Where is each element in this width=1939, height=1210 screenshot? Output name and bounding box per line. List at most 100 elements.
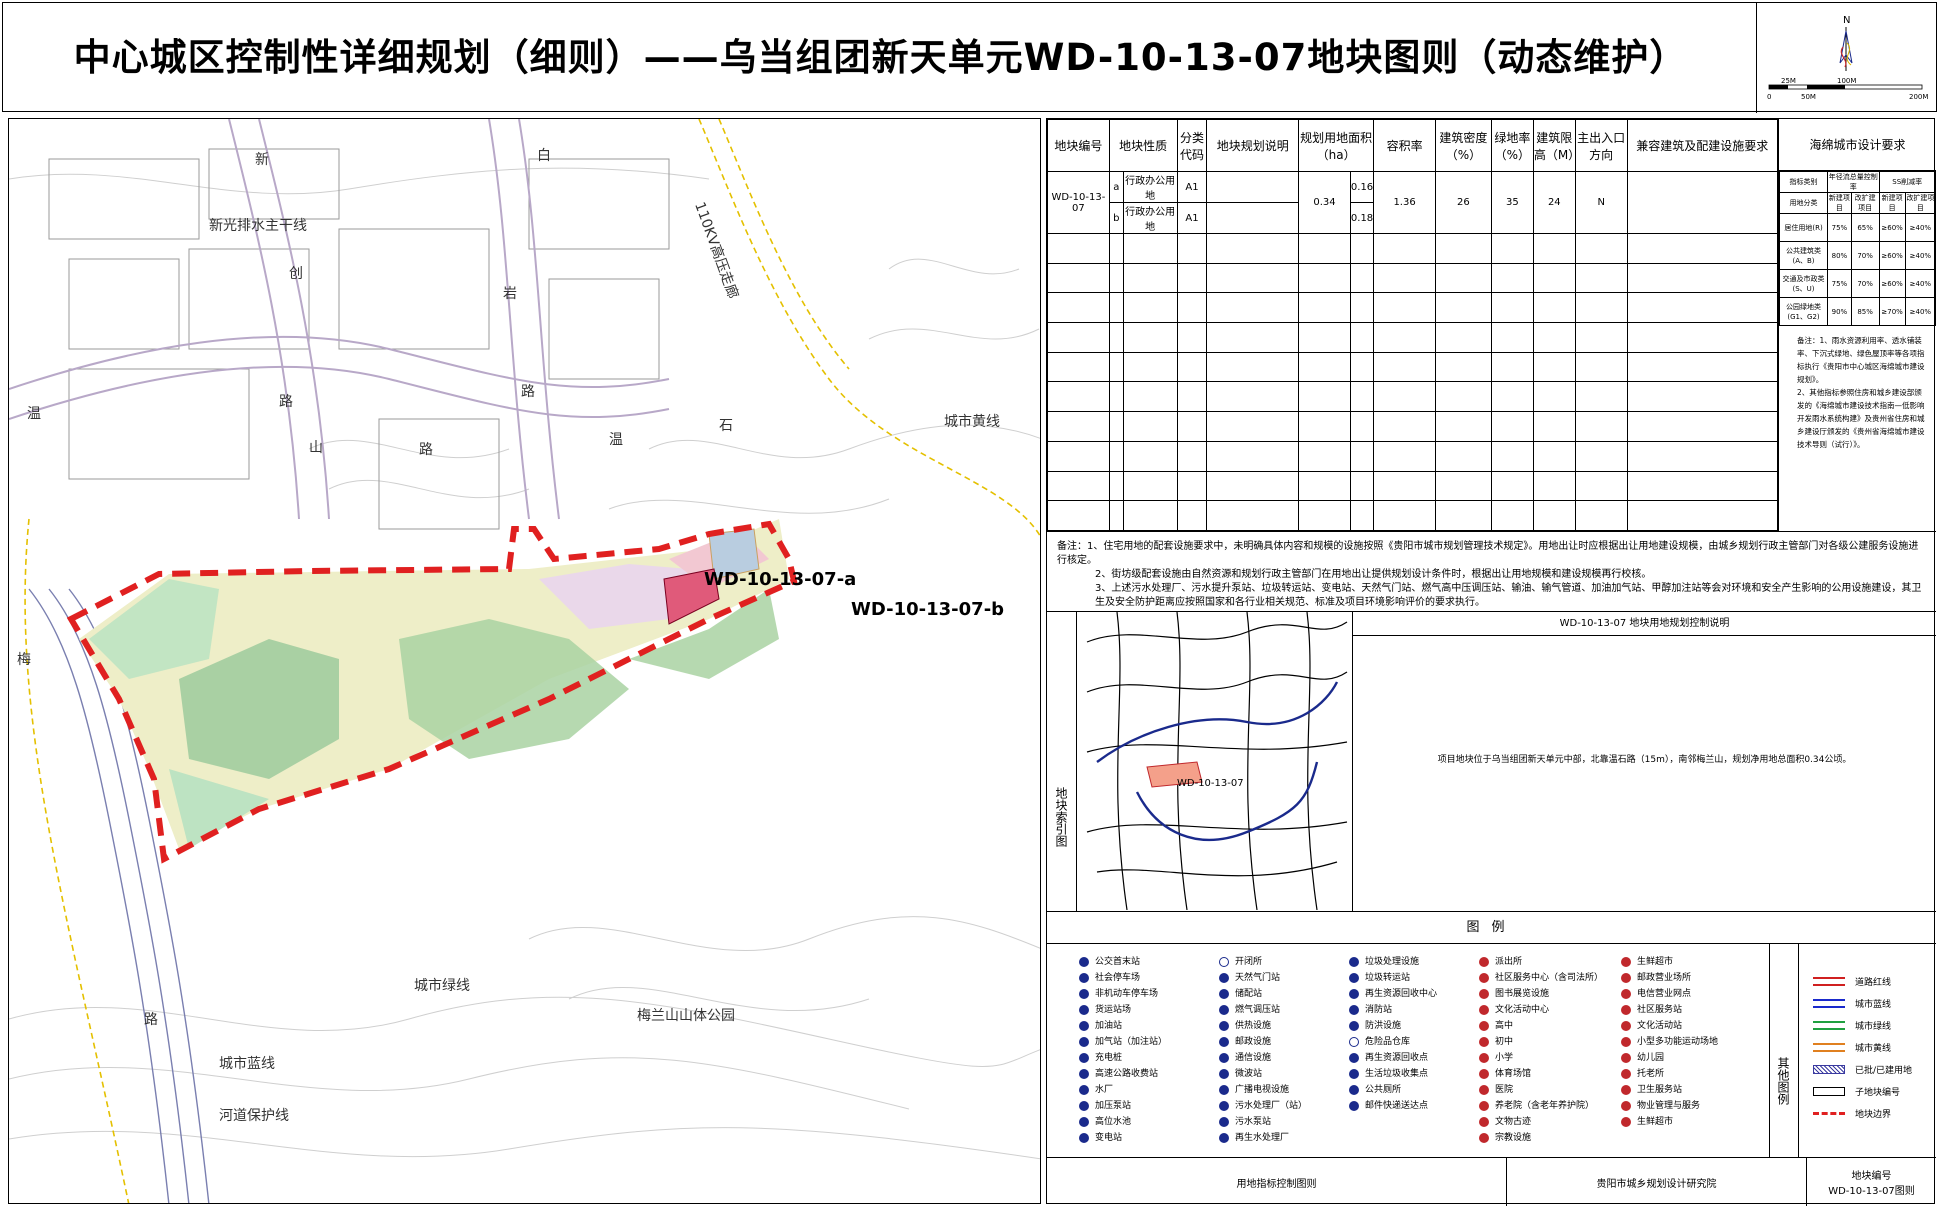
regulator-icon bbox=[1219, 1005, 1229, 1015]
cell-compat bbox=[1626, 171, 1779, 234]
legend-label: 子地块编号 bbox=[1855, 1087, 1901, 1098]
bus-icon bbox=[1079, 957, 1089, 967]
label-road-wen: 温 bbox=[27, 406, 41, 422]
compass-scale: N 0 25M 50M 100M 200M bbox=[1756, 3, 1936, 113]
legend-item: 公交首末站 bbox=[1079, 954, 1167, 970]
legend-label: 生活垃圾收集点 bbox=[1365, 1069, 1429, 1079]
legend-item: 托老所 bbox=[1621, 1066, 1718, 1082]
waste-transfer-icon bbox=[1349, 973, 1359, 983]
other-legend-label: 其他图例 bbox=[1769, 944, 1799, 1158]
footer: 用地指标控制图则 贵阳市城乡规划设计研究院 地块编号 WD-10-13-07图则 bbox=[1047, 1157, 1936, 1206]
cell-entrance: N bbox=[1574, 171, 1628, 234]
microwave-icon bbox=[1219, 1069, 1229, 1079]
label-road-bai: 白 bbox=[537, 148, 551, 164]
sponge-cell: ≥60% bbox=[1878, 269, 1906, 298]
index-roads bbox=[1086, 611, 1348, 911]
legend-label: 高中 bbox=[1495, 1021, 1514, 1031]
legend-item: 文化活动中心 bbox=[1479, 1002, 1603, 1018]
kindergarten-icon bbox=[1621, 1053, 1631, 1063]
sponge-cell: ≥40% bbox=[1904, 213, 1937, 242]
sponge-cell: 70% bbox=[1850, 241, 1880, 270]
legend-item: 高中 bbox=[1479, 1018, 1603, 1034]
index-plot-label: WD-10-13-07 bbox=[1177, 778, 1244, 789]
index-map[interactable]: WD-10-13-07 bbox=[1077, 611, 1353, 912]
legend-label: 垃圾转运站 bbox=[1365, 973, 1411, 983]
sponge-row: 交通及市政类(S、U) 75% 70% ≥60% ≥40% bbox=[1778, 269, 1937, 298]
post-icon bbox=[1219, 1037, 1229, 1047]
legend-label: 加气站（加注站） bbox=[1095, 1037, 1168, 1047]
label-plot-a[interactable]: WD-10-13-07-a bbox=[704, 569, 856, 590]
legend-item: 天然气门站 bbox=[1219, 970, 1307, 986]
legend-item: 加压泵站 bbox=[1079, 1098, 1167, 1114]
legend-label: 广播电视设施 bbox=[1235, 1085, 1290, 1095]
legend-col-1: 公交首末站 社会停车场 非机动车停车场 货运站场 加油站 加气站（加注站） 充电… bbox=[1079, 954, 1167, 1146]
legend-item: 燃气调压站 bbox=[1219, 1002, 1307, 1018]
legend-item: 医院 bbox=[1479, 1082, 1603, 1098]
legend-item: 加气站（加注站） bbox=[1079, 1034, 1167, 1050]
svg-text:25M: 25M bbox=[1781, 77, 1796, 85]
toilet-icon bbox=[1349, 1085, 1359, 1095]
scale-bar: 0 25M 50M 100M 200M bbox=[1767, 77, 1928, 101]
legend-item: 幼儿园 bbox=[1621, 1050, 1718, 1066]
legend-item: 电信营业网点 bbox=[1621, 986, 1718, 1002]
legend-label: 图书展览设施 bbox=[1495, 989, 1550, 999]
control-panel: 地块编号 地块性质 分类代码 地块规划说明 规划用地面积（ha） 容积率 建筑密… bbox=[1046, 118, 1937, 1206]
legend-label: 小型多功能运动场地 bbox=[1637, 1037, 1719, 1047]
legend-label: 医院 bbox=[1495, 1085, 1514, 1095]
sponge-cell: ≥60% bbox=[1878, 241, 1906, 270]
legend-label: 天然气门站 bbox=[1235, 973, 1281, 983]
yellow-line-icon bbox=[1813, 1042, 1845, 1052]
legend-item: 小型多功能运动场地 bbox=[1621, 1034, 1718, 1050]
culture-station-icon bbox=[1621, 1021, 1631, 1031]
legend-label: 开闭所 bbox=[1235, 957, 1263, 967]
nursing-home-icon bbox=[1479, 1101, 1489, 1111]
col-height: 建筑限高（M） bbox=[1532, 119, 1580, 172]
sponge-title: 海绵城市设计要求 bbox=[1779, 119, 1936, 171]
legend: 图例 公交首末站 社会停车场 非机动车停车场 货运站场 加油站 加气站（加注站）… bbox=[1047, 911, 1936, 1158]
parking-icon bbox=[1079, 973, 1089, 983]
legend-item: 道路红线 bbox=[1799, 970, 1936, 992]
legend-label: 物业管理与服务 bbox=[1637, 1101, 1701, 1111]
legend-label: 体育场馆 bbox=[1495, 1069, 1532, 1079]
footer-plot-id-label: 地块编号 bbox=[1851, 1171, 1892, 1182]
cell-nature: 行政办公用地 bbox=[1122, 171, 1178, 203]
sub-plot-id-icon bbox=[1813, 1086, 1845, 1096]
cell-nature: 行政办公用地 bbox=[1122, 202, 1178, 234]
sponge-head: 改扩建项目 bbox=[1850, 192, 1880, 214]
note-3: 3、上述污水处理厂、污水提升泵站、垃圾转运站、变电站、天然气门站、燃气高中压调压… bbox=[1095, 583, 1922, 608]
flood-control-icon bbox=[1349, 1021, 1359, 1031]
col-green: 绿地率（%） bbox=[1490, 119, 1534, 172]
elderly-care-icon bbox=[1621, 1069, 1631, 1079]
legend-label: 生鲜超市 bbox=[1637, 957, 1674, 967]
legend-item: 生鲜超市 bbox=[1621, 954, 1718, 970]
legend-label: 电信营业网点 bbox=[1637, 989, 1692, 999]
legend-item: 消防站 bbox=[1349, 1002, 1437, 1018]
index-title: WD-10-13-07 地块用地规划控制说明 bbox=[1353, 612, 1936, 636]
legend-label: 城市黄线 bbox=[1855, 1043, 1892, 1054]
other-legend: 道路红线 城市蓝线 城市绿线 城市黄线 已批/已建用地 子地块编号 地块边界 bbox=[1799, 944, 1936, 1158]
legend-item: 文物古迹 bbox=[1479, 1114, 1603, 1130]
legend-label: 防洪设施 bbox=[1365, 1021, 1402, 1031]
label-plot-b[interactable]: WD-10-13-07-b bbox=[851, 599, 1004, 620]
legend-label: 文化活动站 bbox=[1637, 1021, 1683, 1031]
legend-item: 城市蓝线 bbox=[1799, 992, 1936, 1014]
telecom-icon bbox=[1219, 1053, 1229, 1063]
plot-map[interactable]: 新光排水主干线 新 白 创 岩 路 路 路 路 温 温 山 石 梅 110KV高… bbox=[8, 118, 1041, 1204]
property-service-icon bbox=[1621, 1101, 1631, 1111]
sponge-head: 改扩建项目 bbox=[1904, 192, 1937, 214]
legend-item: 高位水池 bbox=[1079, 1114, 1167, 1130]
cell-area: 0.34 bbox=[1298, 171, 1351, 234]
blue-line-icon bbox=[1813, 998, 1845, 1008]
col-nature: 地块性质 bbox=[1108, 119, 1178, 172]
sponge-row: 公园绿地类(G1、G2) 90% 85% ≥70% ≥40% bbox=[1778, 297, 1937, 326]
legend-label: 邮件快递送达点 bbox=[1365, 1101, 1429, 1111]
cell-plot-id: WD-10-13-07 bbox=[1047, 171, 1110, 234]
legend-item: 开闭所 bbox=[1219, 954, 1307, 970]
footer-institute: 贵阳市城乡规划设计研究院 bbox=[1507, 1158, 1807, 1206]
legend-label: 初中 bbox=[1495, 1037, 1514, 1047]
storage-icon bbox=[1219, 989, 1229, 999]
legend-label: 危险品仓库 bbox=[1365, 1037, 1411, 1047]
cell-far: 1.36 bbox=[1373, 171, 1436, 234]
cell-sub: a bbox=[1108, 171, 1124, 203]
legend-label: 邮政营业场所 bbox=[1637, 973, 1692, 983]
